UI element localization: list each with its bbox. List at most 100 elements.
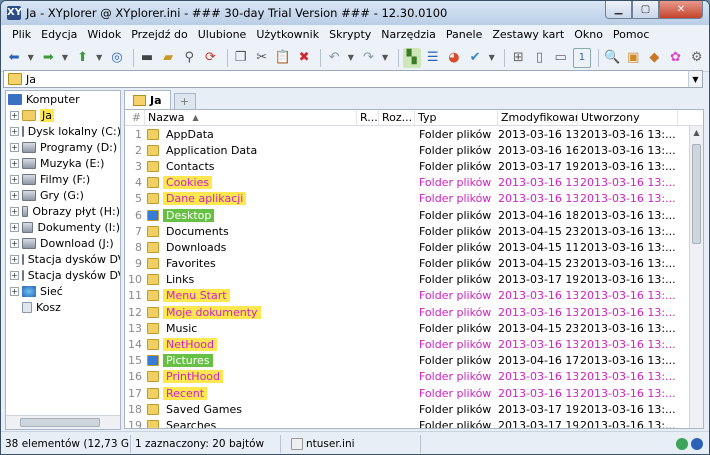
menu-plik[interactable]: Plik [7,28,36,41]
goto-icon[interactable]: ⟳ [201,48,219,68]
redo-icon[interactable]: ↷ [359,48,377,68]
file-row[interactable]: 13 Music Folder plików 2013-04-15 23:...201… [125,320,703,336]
color-filter-icon[interactable]: ◕ [445,48,463,68]
info-status-icon[interactable] [691,437,703,450]
col-number[interactable]: # [125,110,145,125]
file-row[interactable]: 15 Pictures Folder plików 2013-04-16 17:...… [125,353,703,369]
file-row[interactable]: 1 AppData Folder plików 2013-03-16 13:...20… [125,126,703,142]
search-icon[interactable]: 🔍 [603,48,621,68]
back-dropdown-icon[interactable]: ▼ [26,48,35,68]
redo-dropdown-icon[interactable]: ▼ [381,48,390,68]
tree-item[interactable]: Komputer [6,91,120,107]
single-pane-icon[interactable]: 1 [572,47,592,68]
cut-icon[interactable]: ✂ [253,48,271,68]
file-row[interactable]: 11 Menu Start Folder plików 2013-03-16 13:.… [125,288,703,304]
menu-pomoc[interactable]: Pomoc [608,28,654,41]
menu-edycja[interactable]: Edycja [36,28,82,41]
maximize-button[interactable]: ▢ [632,1,659,19]
menu-użytkownik[interactable]: Użytkownik [251,28,324,41]
up-folder-icon[interactable]: ⬆ [74,48,92,68]
tree-item[interactable]: + Obrazy płyt (H:) [6,203,120,219]
tab-ja[interactable]: Ja [124,90,171,109]
tree-item[interactable]: Kosz [6,299,120,315]
col-type[interactable]: Typ [415,110,498,125]
tag-icon[interactable]: ◆ [645,48,663,68]
file-row[interactable]: 10 Links Folder plików 2013-03-17 19:...201… [125,272,703,288]
expand-icon[interactable]: + [10,270,19,280]
menu-zestawy-kart[interactable]: Zestawy kart [487,28,569,41]
color-wheel-icon[interactable]: ✿ [666,48,684,68]
undo-icon[interactable]: ↶ [325,48,343,68]
file-row[interactable]: 2 Application Data Folder plików 2013-03-16… [125,142,703,158]
menu-widok[interactable]: Widok [82,28,126,41]
folder-tree[interactable]: Komputer + Ja + Dysk lokalny (C:) + Programy (… [5,90,121,430]
details-view-icon[interactable]: ☰ [424,48,442,68]
expand-icon[interactable]: + [10,110,19,120]
expand-icon[interactable]: + [10,174,19,184]
address-bar[interactable]: Ja ▼ [3,70,703,88]
tree-item[interactable]: + Download (J:) [6,235,120,251]
up-dropdown-icon[interactable]: ▼ [95,48,104,68]
tree-icon[interactable]: ▚ [402,47,421,68]
expand-icon[interactable]: + [10,142,19,152]
tree-item[interactable]: + Dokumenty (I:) [6,219,120,235]
file-row[interactable]: 6 Desktop Folder plików 2013-04-16 18:...20… [125,207,703,223]
expand-icon[interactable]: + [10,254,19,264]
delete-icon[interactable]: ✖ [295,48,313,68]
menu-okno[interactable]: Okno [569,28,608,41]
address-dropdown-icon[interactable]: ▼ [688,71,702,87]
tree-item[interactable]: + Filmy (F:) [6,171,120,187]
col-created[interactable]: Utworzony [578,110,678,125]
close-button[interactable]: ✕ [659,1,703,19]
menu-skrypty[interactable]: Skrypty [324,28,376,41]
col-name[interactable]: Nazwa ▲ [145,110,357,125]
forward-dropdown-icon[interactable]: ▼ [60,48,69,68]
menu-panele[interactable]: Panele [441,28,487,41]
vertical-scrollbar[interactable]: ▲ [689,126,703,428]
title-bar[interactable]: XY Ja - XYplorer @ XYplorer.ini - ### 30… [1,1,709,25]
checkmark-icon[interactable]: ✔ [466,48,484,68]
expand-icon[interactable]: + [10,222,19,232]
find-icon[interactable]: ⚲ [180,48,198,68]
vertical-split-icon[interactable]: ▯ [530,48,548,68]
tree-item[interactable]: + Stacja dysków DV [6,251,120,267]
tree-item[interactable]: + Stacja dysków DV [6,267,120,283]
file-row[interactable]: 8 Downloads Folder plików 2013-04-15 11:...… [125,239,703,255]
col-modified[interactable]: Zmodyfikowany [498,110,578,125]
expand-icon[interactable]: + [10,158,19,168]
new-tab-button[interactable]: + [173,93,196,109]
forward-arrow-icon[interactable]: ➡ [39,48,57,68]
file-row[interactable]: 18 Saved Games Folder plików 2013-03-17 19:… [125,401,703,417]
file-row[interactable]: 3 Contacts Folder plików 2013-03-17 19:...2… [125,158,703,174]
file-row[interactable]: 5 Dane aplikacji Folder plików 2013-03-16 1… [125,191,703,207]
undo-dropdown-icon[interactable]: ▼ [346,48,355,68]
expand-icon[interactable]: + [10,126,19,136]
dual-pane-icon[interactable]: ⊞ [509,48,527,68]
tree-item[interactable]: + Dysk lokalny (C:) [6,123,120,139]
scrollbar-thumb[interactable] [20,418,100,427]
file-row[interactable]: 19 Searches Folder plików 2013-03-17 19:...… [125,417,703,428]
scroll-up-icon[interactable]: ▲ [690,126,703,140]
back-arrow-icon[interactable]: ⬅ [5,48,23,68]
address-value[interactable]: Ja [26,73,36,86]
file-row[interactable]: 14 NetHood Folder plików 2013-03-16 13:...2… [125,336,703,352]
col-r[interactable]: R... [357,110,379,125]
col-size[interactable]: Roz... [379,110,415,125]
expand-icon[interactable]: + [10,286,19,296]
file-row[interactable]: 16 PrintHood Folder plików 2013-03-16 13:..… [125,369,703,385]
file-row[interactable]: 17 Recent Folder plików 2013-03-16 13:...20… [125,385,703,401]
new-folder-icon[interactable]: ▰ [159,48,177,68]
menu-przejdź-do[interactable]: Przejdź do [126,28,193,41]
tree-item[interactable]: + Sieć [6,283,120,299]
tree-item[interactable]: + Programy (D:) [6,139,120,155]
checkmark-dropdown-icon[interactable]: ▼ [487,48,496,68]
file-row[interactable]: 12 Moje dokumenty Folder plików 2013-03-16 … [125,304,703,320]
package-icon[interactable]: ▣ [624,48,642,68]
horizontal-split-icon[interactable]: ▭ [552,48,570,68]
expand-icon[interactable]: + [10,190,19,200]
file-list[interactable]: # Nazwa ▲ R... Roz... Typ Zmodyfikowany U… [124,109,704,429]
minimize-button[interactable]: ▁ [605,1,632,19]
menu-narzędzia[interactable]: Narzędzia [376,28,441,41]
tree-item[interactable]: + Gry (G:) [6,187,120,203]
menu-ulubione[interactable]: Ulubione [193,28,252,41]
